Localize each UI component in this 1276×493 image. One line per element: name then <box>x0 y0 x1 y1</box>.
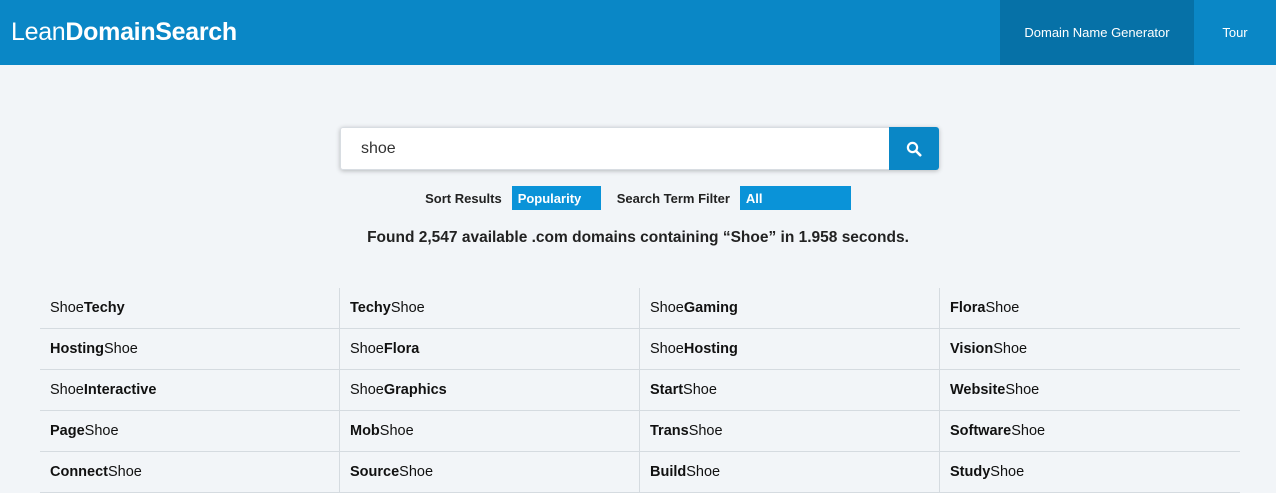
domain-term: Shoe <box>1011 423 1046 439</box>
domain-suggestion: Software <box>950 423 1012 439</box>
search-bar <box>340 127 939 170</box>
domain-result[interactable]: Trans Shoe <box>640 411 940 452</box>
sort-results-label: Sort Results <box>425 190 502 206</box>
domain-term: Shoe <box>686 464 721 480</box>
domain-result[interactable]: Study Shoe <box>940 452 1240 493</box>
domain-term: Shoe <box>379 423 414 439</box>
domain-term: Shoe <box>103 341 138 357</box>
domain-result[interactable]: Mob Shoe <box>340 411 640 452</box>
domain-suggestion: Start <box>650 382 684 398</box>
domain-term: Shoe <box>683 382 717 398</box>
domain-result[interactable]: Page Shoe <box>40 411 340 452</box>
domain-term: Shoe <box>688 423 723 439</box>
domain-result[interactable]: Shoe Graphics <box>340 370 640 411</box>
domain-term: Shoe <box>650 341 684 357</box>
domain-suggestion: Flora <box>383 341 420 357</box>
domain-term: Shoe <box>990 464 1025 480</box>
domain-suggestion: Techy <box>350 300 391 316</box>
logo[interactable]: LeanDomainSearch <box>11 17 237 47</box>
domain-result[interactable]: Vision Shoe <box>940 329 1240 370</box>
results-summary: Found 2,547 available .com domains conta… <box>367 229 909 246</box>
domain-suggestion: Mob <box>350 423 380 439</box>
domain-result[interactable]: Shoe Techy <box>40 288 340 329</box>
search-term-filter-label: Search Term Filter <box>616 190 730 206</box>
domain-suggestion: Study <box>950 464 991 480</box>
domain-term: Shoe <box>84 423 119 439</box>
domain-result[interactable]: Flora Shoe <box>940 288 1240 329</box>
domain-result[interactable]: Techy Shoe <box>340 288 640 329</box>
domain-term: Shoe <box>390 300 425 316</box>
domain-suggestion: Trans <box>650 423 689 439</box>
filters-row: Sort Results Popularity Search Term Filt… <box>0 186 1276 210</box>
domain-suggestion: Source <box>350 464 400 480</box>
search-icon <box>906 141 922 156</box>
results-grid: Shoe Techy Techy Shoe Shoe Gaming Flora Shoe Hos… <box>40 288 1240 493</box>
domain-term: Shoe <box>650 300 684 316</box>
domain-result[interactable]: Shoe Hosting <box>640 329 940 370</box>
domain-suggestion: Vision <box>950 341 994 357</box>
domain-suggestion: Hosting <box>50 341 104 357</box>
domain-result[interactable]: Shoe Gaming <box>640 288 940 329</box>
domain-result[interactable]: Hosting Shoe <box>40 329 340 370</box>
domain-term: Shoe <box>108 464 142 480</box>
domain-result[interactable]: Build Shoe <box>640 452 940 493</box>
domain-term: Shoe <box>399 464 434 480</box>
domain-suggestion: Website <box>950 382 1006 398</box>
domain-term: Shoe <box>1005 382 1040 398</box>
search-input[interactable] <box>340 127 889 170</box>
logo-light-text: Lean <box>11 18 66 46</box>
sort-results-select[interactable]: Popularity <box>511 186 601 210</box>
domain-term: Shoe <box>350 382 384 398</box>
domain-term: Shoe <box>50 382 84 398</box>
domain-result[interactable]: Software Shoe <box>940 411 1240 452</box>
domain-term: Shoe <box>50 300 84 316</box>
domain-result[interactable]: Start Shoe <box>640 370 940 411</box>
domain-result[interactable]: Shoe Flora <box>340 329 640 370</box>
nav-tour[interactable]: Tour <box>1194 0 1276 65</box>
domain-result[interactable]: Website Shoe <box>940 370 1240 411</box>
top-bar: LeanDomainSearch Domain Name Generator T… <box>0 0 1276 65</box>
domain-term: Shoe <box>993 341 1028 357</box>
domain-result[interactable]: Connect Shoe <box>40 452 340 493</box>
domain-suggestion: Graphics <box>383 382 447 398</box>
domain-result[interactable]: Shoe Interactive <box>40 370 340 411</box>
domain-suggestion: Page <box>50 423 85 439</box>
domain-suggestion: Build <box>650 464 687 480</box>
domain-term: Shoe <box>350 341 384 357</box>
domain-suggestion: Flora <box>950 300 986 316</box>
domain-term: Shoe <box>985 300 1020 316</box>
main-nav: Domain Name Generator Tour <box>1000 0 1276 65</box>
search-term-filter-select[interactable]: All <box>739 186 851 210</box>
domain-suggestion: Hosting <box>683 341 738 357</box>
domain-suggestion: Techy <box>83 300 125 316</box>
domain-suggestion: Gaming <box>683 300 738 316</box>
domain-result[interactable]: Source Shoe <box>340 452 640 493</box>
logo-bold-text: DomainSearch <box>65 18 237 46</box>
nav-domain-name-generator[interactable]: Domain Name Generator <box>1000 0 1194 65</box>
domain-suggestion: Interactive <box>83 382 157 398</box>
domain-suggestion: Connect <box>50 464 108 480</box>
search-button[interactable] <box>889 127 939 170</box>
